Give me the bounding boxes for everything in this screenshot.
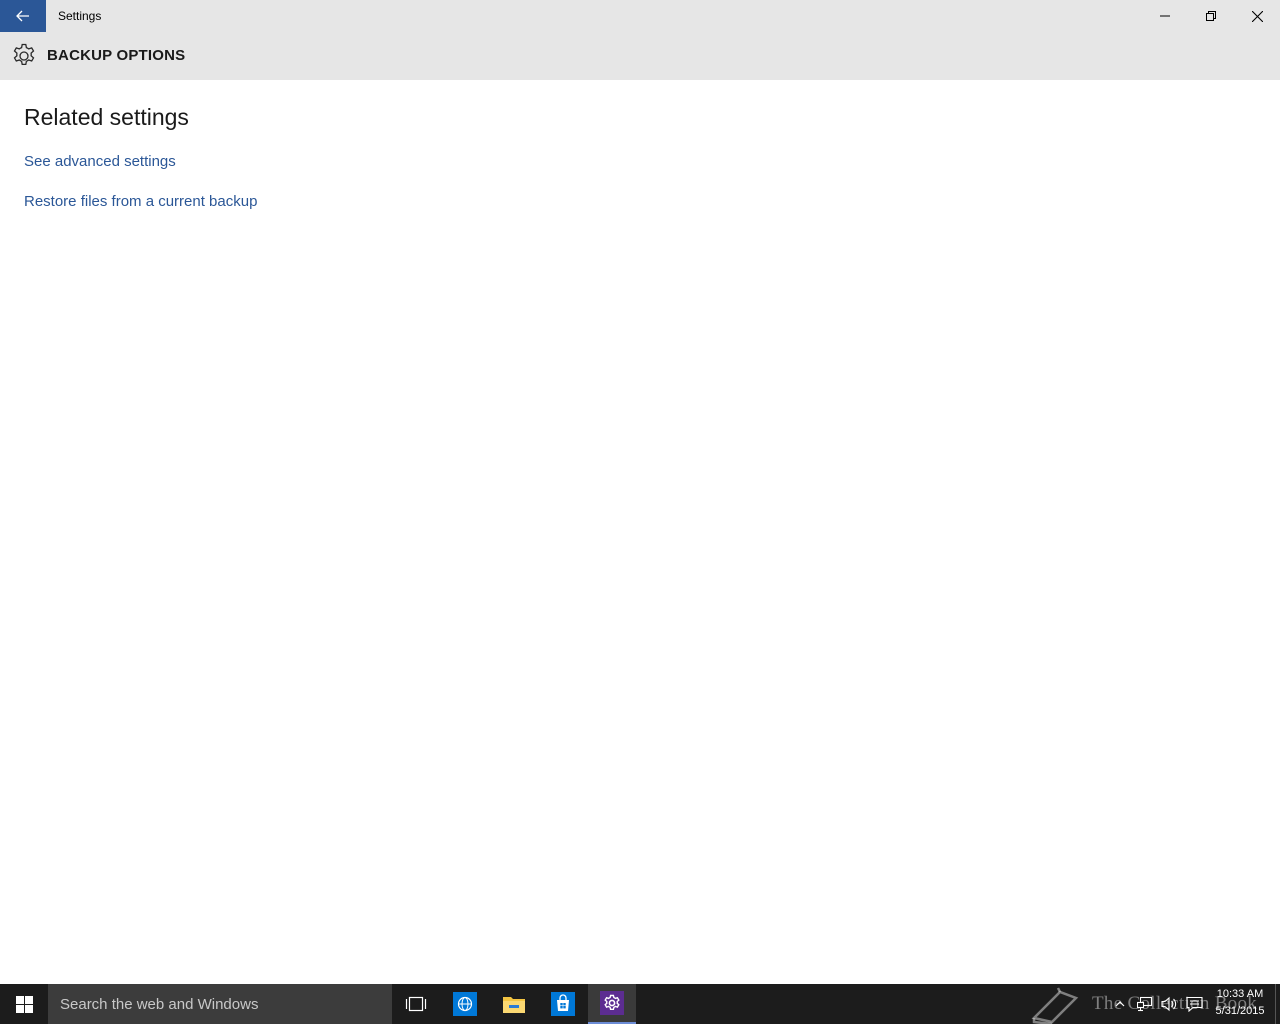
minimize-button[interactable]: [1142, 0, 1188, 32]
related-settings-heading: Related settings: [24, 104, 189, 130]
page-header: BACKUP OPTIONS: [0, 32, 1280, 80]
close-icon: [1251, 10, 1263, 22]
main-content: Related settings See advanced settings R…: [0, 80, 1280, 984]
restore-icon: [1206, 11, 1216, 21]
windows-logo-icon: [15, 995, 33, 1013]
book-icon: [1031, 987, 1079, 1024]
taskbar-app-settings[interactable]: [588, 984, 636, 1024]
minimize-icon: [1160, 15, 1170, 17]
show-hidden-icons-button[interactable]: [1110, 984, 1130, 1024]
clock-date: 5/31/2015: [1215, 1005, 1265, 1017]
window-title: Settings: [58, 9, 102, 23]
taskbar-app-store[interactable]: [539, 984, 587, 1024]
network-button[interactable]: [1134, 984, 1156, 1024]
back-button[interactable]: [0, 0, 46, 32]
clock[interactable]: 10:33 AM 5/31/2015: [1208, 986, 1272, 1022]
taskbar-app-file-explorer[interactable]: [490, 984, 538, 1024]
chevron-up-icon: [1115, 1001, 1125, 1007]
start-button[interactable]: [0, 984, 48, 1024]
store-icon: [551, 992, 575, 1016]
clock-time: 10:33 AM: [1216, 988, 1264, 1000]
taskbar: The Collection Book 10:33 AM 5/31/2015: [0, 984, 1280, 1024]
settings-icon: [600, 991, 624, 1015]
network-icon: [1137, 996, 1153, 1012]
internet-explorer-icon: [453, 992, 477, 1016]
file-explorer-icon: [503, 997, 525, 1013]
taskbar-app-browser[interactable]: [441, 984, 489, 1024]
volume-button[interactable]: [1158, 984, 1180, 1024]
arrow-left-icon: [16, 10, 29, 22]
task-view-icon: [405, 996, 427, 1012]
search-input[interactable]: [48, 984, 392, 1024]
gear-icon: [13, 43, 35, 66]
notification-icon: [1185, 996, 1203, 1012]
title-bar: Settings: [0, 0, 1280, 32]
show-desktop-button[interactable]: [1275, 984, 1280, 1024]
action-center-button[interactable]: [1182, 984, 1206, 1024]
task-view-button[interactable]: [392, 984, 440, 1024]
restore-button[interactable]: [1188, 0, 1234, 32]
page-title: BACKUP OPTIONS: [47, 47, 186, 64]
close-button[interactable]: [1234, 0, 1280, 32]
restore-files-link[interactable]: Restore files from a current backup: [24, 193, 257, 210]
volume-icon: [1160, 996, 1176, 1012]
see-advanced-settings-link[interactable]: See advanced settings: [24, 153, 176, 170]
